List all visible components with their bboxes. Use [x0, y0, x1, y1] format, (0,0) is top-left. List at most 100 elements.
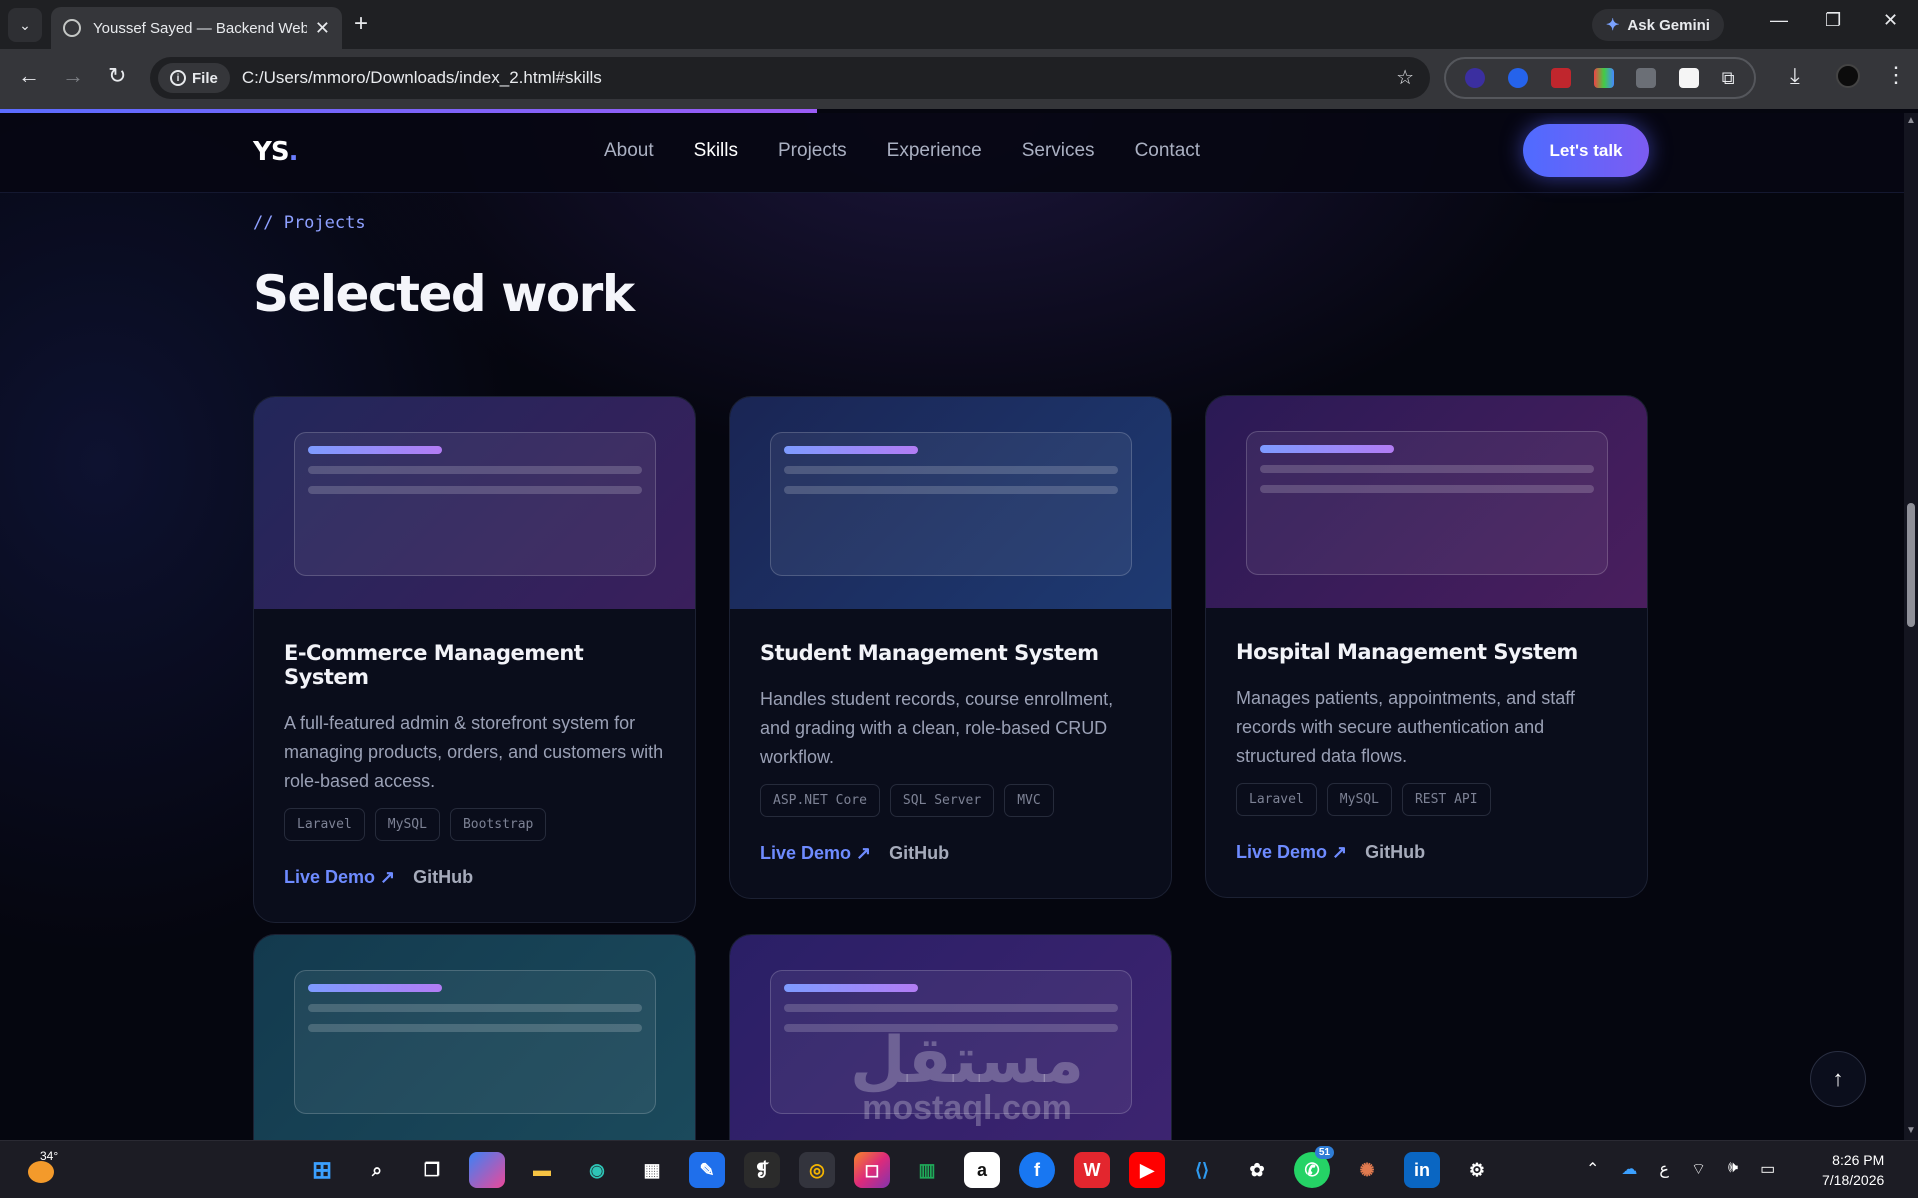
file-explorer-icon[interactable]: ▬: [524, 1152, 560, 1188]
back-to-top-button[interactable]: ↑: [1810, 1051, 1866, 1107]
nav-link-contact[interactable]: Contact: [1135, 140, 1200, 162]
mock-line: [784, 466, 1118, 474]
project-thumbnail: [1206, 396, 1647, 608]
mock-window: [294, 432, 656, 576]
mock-line: [1260, 465, 1594, 473]
bookmark-star-icon[interactable]: ☆: [1396, 65, 1414, 90]
claude-icon[interactable]: ✺: [1349, 1152, 1385, 1188]
url-text[interactable]: C:/Users/mmoro/Downloads/index_2.html#sk…: [242, 68, 602, 88]
vscode-icon[interactable]: ⟨⟩: [1184, 1152, 1220, 1188]
linkedin-icon[interactable]: in: [1404, 1152, 1440, 1188]
extension-chart-icon[interactable]: [1593, 68, 1614, 88]
project-description: Handles student records, course enrollme…: [760, 689, 1114, 767]
edge-icon[interactable]: ◉: [579, 1152, 615, 1188]
extensions-bar: ⧉: [1444, 57, 1756, 99]
github-link[interactable]: GitHub: [1365, 842, 1425, 863]
pdf-reader-icon[interactable]: ❡: [744, 1152, 780, 1188]
live-demo-link[interactable]: Live Demo ↗: [760, 843, 871, 864]
extensions-puzzle-icon[interactable]: ⧉: [1722, 68, 1735, 89]
instagram-icon[interactable]: ◻: [854, 1152, 890, 1188]
nav-link-skills[interactable]: Skills: [694, 140, 738, 162]
amazon-icon[interactable]: a: [964, 1152, 1000, 1188]
language-indicator[interactable]: ع: [1659, 1159, 1669, 1179]
battery-icon[interactable]: ▭: [1760, 1159, 1775, 1179]
live-demo-link[interactable]: Live Demo ↗: [1236, 842, 1347, 863]
clock-date: 7/18/2026: [1822, 1172, 1885, 1188]
minimize-button[interactable]: —: [1770, 10, 1788, 31]
download-icon[interactable]: ⤓: [1790, 63, 1800, 89]
clock-time: 8:26 PM: [1832, 1152, 1885, 1168]
github-link[interactable]: GitHub: [889, 843, 949, 864]
scroll-up-arrow-icon[interactable]: ▲: [1906, 115, 1916, 126]
tech-tag: ASP.NET Core: [760, 784, 880, 817]
chrome-icon[interactable]: ◎: [799, 1152, 835, 1188]
ask-gemini-button[interactable]: ✦ Ask Gemini: [1592, 9, 1724, 41]
live-demo-link[interactable]: Live Demo ↗: [284, 867, 395, 888]
extension-icon-5[interactable]: [1636, 68, 1657, 88]
project-thumbnail: [254, 935, 695, 1140]
extension-help-icon[interactable]: [1508, 68, 1529, 88]
extension-icon-1[interactable]: [1465, 68, 1486, 88]
store-icon[interactable]: ▦: [634, 1152, 670, 1188]
settings-icon[interactable]: ⚙: [1459, 1152, 1495, 1188]
lets-talk-button[interactable]: Let's talk: [1523, 124, 1649, 177]
scroll-down-arrow-icon[interactable]: ▼: [1906, 1125, 1916, 1136]
task-view-icon[interactable]: ❐: [414, 1152, 450, 1188]
volume-icon[interactable]: 🕪: [1728, 1159, 1738, 1179]
mock-line: [308, 466, 642, 474]
mock-line: [1260, 485, 1594, 493]
nav-link-experience[interactable]: Experience: [887, 140, 982, 162]
forward-button[interactable]: →: [62, 63, 84, 89]
browser-menu-icon[interactable]: ⋮: [1885, 62, 1907, 88]
close-window-button[interactable]: ✕: [1883, 10, 1898, 31]
new-tab-button[interactable]: +: [354, 10, 368, 38]
browser-toolbar: ← → ↻ i File C:/Users/mmoro/Downloads/in…: [0, 49, 1918, 109]
taskbar-clock[interactable]: 8:26 PM 7/18/2026: [1822, 1150, 1884, 1190]
wifi-icon[interactable]: ⌔: [1691, 1159, 1706, 1179]
site-logo[interactable]: YS.: [253, 137, 298, 167]
browser-tab[interactable]: Youssef Sayed — Backend Web ✕: [51, 7, 342, 49]
youtube-icon[interactable]: ▶: [1129, 1152, 1165, 1188]
whatsapp-icon[interactable]: ✆ 51: [1294, 1146, 1334, 1188]
mock-line: [784, 1004, 1118, 1012]
project-card: [729, 934, 1172, 1140]
scrollbar-thumb[interactable]: [1907, 503, 1915, 627]
facebook-icon[interactable]: f: [1019, 1152, 1055, 1188]
address-bar[interactable]: i File C:/Users/mmoro/Downloads/index_2.…: [150, 57, 1430, 99]
tech-tag: Bootstrap: [449, 808, 547, 841]
github-link[interactable]: GitHub: [413, 867, 473, 888]
project-thumbnail: [730, 935, 1171, 1140]
notepad-icon[interactable]: ✎: [689, 1152, 725, 1188]
nav-link-about[interactable]: About: [604, 140, 654, 162]
tab-title: Youssef Sayed — Backend Web: [93, 19, 307, 37]
tech-tag: REST API: [1401, 783, 1491, 816]
reload-button[interactable]: ↻: [108, 63, 126, 89]
nav-link-projects[interactable]: Projects: [778, 140, 847, 162]
copilot-icon[interactable]: [469, 1152, 505, 1188]
extension-icon-6[interactable]: [1679, 68, 1700, 88]
tech-tag: MySQL: [1326, 783, 1392, 816]
restore-button[interactable]: ❐: [1825, 10, 1841, 31]
mock-window: [770, 432, 1132, 576]
tab-search-menu-button[interactable]: ⌄: [8, 8, 42, 42]
wps-icon[interactable]: W: [1074, 1152, 1110, 1188]
chevron-up-icon[interactable]: ⌃: [1586, 1159, 1599, 1179]
page-scrollbar[interactable]: ▲ ▼: [1904, 113, 1918, 1140]
profile-avatar[interactable]: [1836, 64, 1860, 88]
close-tab-icon[interactable]: ✕: [315, 18, 330, 39]
site-info-chip[interactable]: i File: [158, 63, 230, 93]
onedrive-cloud-icon[interactable]: ☁: [1621, 1159, 1637, 1179]
tech-tag: SQL Server: [889, 784, 995, 817]
whatsapp-badge: 51: [1314, 1146, 1334, 1159]
chatgpt-icon[interactable]: ✿: [1239, 1152, 1275, 1188]
extension-icon-3[interactable]: [1550, 68, 1571, 88]
weather-sun-icon: [28, 1161, 54, 1183]
nav-link-services[interactable]: Services: [1022, 140, 1095, 162]
windows-start-icon[interactable]: ⊞: [304, 1152, 340, 1188]
mock-window: [294, 970, 656, 1114]
globe-icon: [63, 19, 81, 37]
back-button[interactable]: ←: [18, 63, 40, 89]
sheets-icon[interactable]: ▥: [909, 1152, 945, 1188]
search-icon[interactable]: ⌕: [359, 1152, 395, 1188]
mock-accent-bar: [308, 984, 442, 992]
